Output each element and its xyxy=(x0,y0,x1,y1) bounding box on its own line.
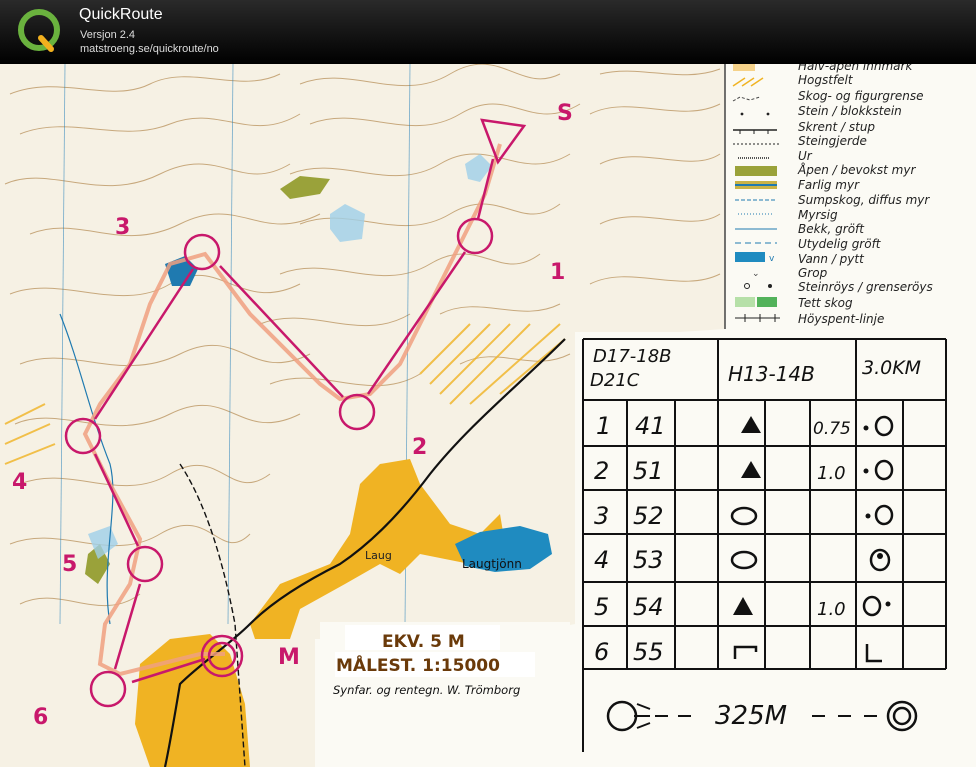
label-control-2: 2 xyxy=(412,435,427,460)
card-row-4-num: 4 xyxy=(594,546,609,574)
card-row-6-code: 55 xyxy=(633,638,664,666)
legend-item-0: Halv-åpen innmark xyxy=(798,64,913,73)
label-control-1: 1 xyxy=(550,260,565,285)
map-legend: v ⌄ Halv-åpen innmark Hogstfelt Skog- og… xyxy=(724,64,976,332)
app-version: Versjon 2.4 xyxy=(80,29,136,41)
card-row-5-num: 5 xyxy=(594,593,609,621)
card-row-1-code: 41 xyxy=(635,412,666,440)
legend-item-16: Tett skog xyxy=(798,296,853,310)
legend-item-13: Vann / pytt xyxy=(798,252,865,266)
legend-item-15: Steinröys / grenseröys xyxy=(798,280,933,294)
map-canvas: S 1 2 3 4 5 6 M Laug Laugtjönn EKV. 5 M … xyxy=(0,64,976,767)
card-row-1-num: 1 xyxy=(596,412,611,440)
legend-item-5: Steingjerde xyxy=(798,134,867,148)
label-finish: M xyxy=(278,645,300,670)
card-classes-3: H13-14B xyxy=(728,362,815,386)
control-description-card: D17-18B D21C H13-14B 3.0KM 1 41 2 51 3 5… xyxy=(575,332,976,767)
card-row-5-size: 1.0 xyxy=(817,599,846,620)
legend-item-8: Farlig myr xyxy=(798,178,860,192)
legend-item-7: Åpen / bevokst myr xyxy=(797,162,916,177)
card-row-2-num: 2 xyxy=(594,457,609,485)
legend-item-4: Skrent / stup xyxy=(798,120,875,134)
orienteering-map[interactable]: S 1 2 3 4 5 6 M Laug Laugtjönn EKV. 5 M … xyxy=(0,64,976,767)
card-classes-2: D21C xyxy=(590,370,640,391)
equidistance-label: EKV. 5 M xyxy=(382,632,465,652)
place-name-laug: Laug xyxy=(365,549,392,562)
card-row-4-code: 53 xyxy=(633,546,664,574)
card-course-length: 3.0KM xyxy=(862,357,921,379)
legend-item-10: Myrsig xyxy=(798,208,838,222)
card-row-2-code: 51 xyxy=(633,457,664,485)
label-control-5: 5 xyxy=(62,552,77,577)
label-control-6: 6 xyxy=(33,705,48,730)
scale-label: MÅLEST. 1:15000 xyxy=(336,653,500,676)
legend-item-17: Höyspent-linje xyxy=(798,312,884,326)
card-row-6-num: 6 xyxy=(594,638,609,666)
card-row-3-num: 3 xyxy=(594,502,609,530)
card-row-3-code: 52 xyxy=(633,502,664,530)
title-bar: QuickRoute Versjon 2.4 matstroeng.se/qui… xyxy=(0,0,976,64)
app-name: QuickRoute xyxy=(79,6,163,23)
label-start: S xyxy=(557,101,573,126)
legend-item-1: Hogstfelt xyxy=(798,73,854,87)
place-name-lake: Laugtjönn xyxy=(462,557,522,571)
legend-item-2: Skog- og figurgrense xyxy=(798,89,924,103)
legend-item-12: Utydelig gröft xyxy=(798,237,882,251)
svg-text:⌄: ⌄ xyxy=(752,269,760,279)
card-row-5-code: 54 xyxy=(633,593,664,621)
legend-item-6: Ur xyxy=(798,149,813,163)
legend-item-14: Grop xyxy=(798,266,828,280)
app-url: matstroeng.se/quickroute/no xyxy=(80,43,219,55)
credit-label: Synfar. og rentegn. W. Trömborg xyxy=(333,683,520,697)
svg-text:v: v xyxy=(769,254,775,264)
legend-item-11: Bekk, gröft xyxy=(798,222,865,236)
label-control-3: 3 xyxy=(115,215,130,240)
quickroute-logo-icon xyxy=(18,9,60,52)
finish-distance: 325M xyxy=(715,701,787,731)
legend-item-9: Sumpskog, diffus myr xyxy=(798,193,930,207)
legend-item-3: Stein / blokkstein xyxy=(798,104,902,118)
label-control-4: 4 xyxy=(12,470,27,495)
card-classes-1: D17-18B xyxy=(593,346,672,367)
card-row-1-size: 0.75 xyxy=(813,419,851,439)
card-row-2-size: 1.0 xyxy=(817,463,846,484)
